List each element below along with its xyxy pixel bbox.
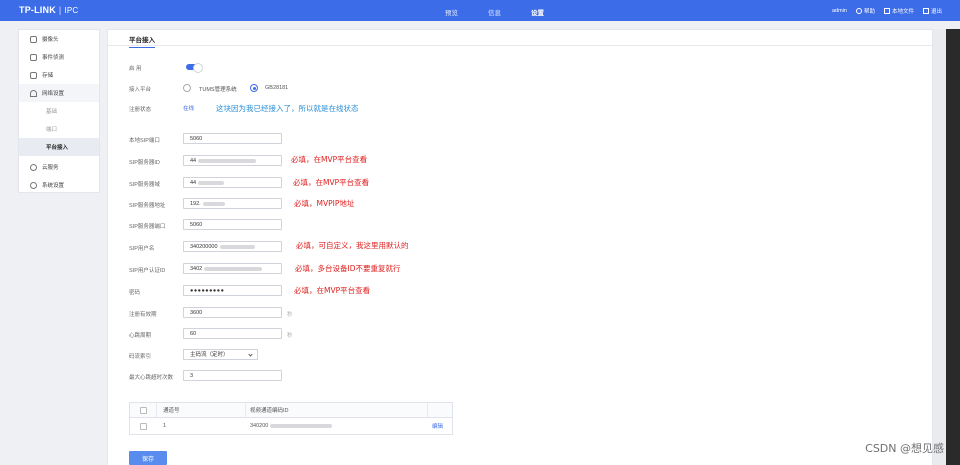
max-timeout-input[interactable]: 3 [183, 370, 282, 381]
product-name: IPC [64, 6, 79, 15]
folder-icon [883, 8, 890, 14]
storage-icon [30, 71, 37, 79]
top-right-menu: admin 帮助 本地文件 退出 [832, 7, 942, 15]
sidebar: 摄像头 事件侦测 存储 网络设置 基础 端口 平台接入 云服务 系统设置 [18, 29, 100, 193]
logo-text: TP-LINK [19, 5, 56, 15]
enable-toggle[interactable] [186, 63, 203, 73]
user-auth-input[interactable]: 3402 [183, 263, 282, 274]
local-port-input[interactable]: 5060 [183, 133, 282, 144]
heartbeat-input[interactable]: 60 [183, 328, 282, 339]
radio-tums-label: TUMS管理系统 [199, 87, 237, 93]
sidebar-item-storage[interactable]: 存储 [19, 66, 99, 84]
scrollbar-track[interactable] [946, 29, 960, 465]
sidebar-sub-basic[interactable]: 基础 [19, 102, 99, 120]
local-port-label: 本地SIP端口 [129, 138, 160, 144]
blurred-text [270, 424, 333, 428]
blurred-text [198, 180, 225, 185]
local-files-link[interactable]: 本地文件 [883, 7, 914, 15]
sidebar-item-network[interactable]: 网络设置 [19, 84, 99, 102]
server-id-label: SIP服务器ID [129, 160, 160, 166]
sidebar-item-camera[interactable]: 摄像头 [19, 30, 99, 48]
nav-settings[interactable]: 设置 [516, 7, 559, 17]
event-icon [30, 53, 37, 61]
cloud-icon [30, 163, 37, 171]
sidebar-sub-platform[interactable]: 平台接入 [19, 138, 99, 156]
user-menu[interactable]: admin [832, 8, 847, 14]
server-port-input[interactable]: 5060 [183, 219, 282, 230]
enable-label: 启 用 [129, 66, 142, 72]
select-all-checkbox[interactable] [140, 406, 147, 414]
blurred-text [204, 266, 263, 271]
blurred-text [202, 201, 225, 206]
blurred-text [219, 244, 255, 249]
top-bar: TP-LINK | IPC 预览 信息 设置 admin 帮助 本地文件 退出 [0, 0, 960, 21]
tab-divider [108, 45, 932, 46]
header-channel: 通道号 [163, 408, 180, 414]
help-icon [855, 8, 862, 14]
chevron-down-icon [248, 352, 253, 357]
channel-table: 通道号 视频通道编码ID 1 340200 编辑 [129, 402, 453, 435]
username: admin [831, 8, 847, 14]
radio-gb28181[interactable] [250, 84, 258, 92]
username-input[interactable]: 340200000 [183, 241, 282, 252]
row-checkbox[interactable] [140, 422, 147, 430]
user-auth-annotation: 必填，多台设备ID不要重复就行 [295, 264, 401, 273]
server-addr-annotation: 必填，MVPIP地址 [294, 199, 355, 208]
nav-preview[interactable]: 预览 [430, 7, 473, 17]
radio-gb28181-label: GB28181 [265, 85, 289, 91]
platform-label: 接入平台 [129, 87, 152, 93]
edit-link[interactable]: 编辑 [432, 418, 443, 434]
server-port-label: SIP服务器端口 [129, 224, 166, 230]
table-header: 通道号 视频通道编码ID [130, 403, 452, 418]
table-row: 1 340200 编辑 [130, 418, 452, 434]
username-label: SIP用户名 [129, 246, 155, 252]
server-domain-label: SIP服务器域 [129, 182, 160, 188]
expiry-input[interactable]: 3600 [183, 307, 282, 318]
reg-status-label: 注册状态 [129, 107, 152, 113]
sidebar-item-system[interactable]: 系统设置 [19, 176, 99, 194]
password-input[interactable]: ●●●●●●●●● [183, 285, 282, 296]
expiry-label: 注册有效期 [129, 312, 157, 318]
sidebar-item-cloud[interactable]: 云服务 [19, 158, 99, 176]
username-annotation: 必填，可自定义，我这里用默认的 [296, 241, 409, 250]
logout-link[interactable]: 退出 [922, 7, 942, 15]
logout-icon [922, 8, 929, 14]
brand-logo: TP-LINK | IPC [19, 5, 79, 15]
server-addr-label: SIP服务器地址 [129, 203, 166, 209]
watermark: CSDN @想见感 [865, 442, 944, 455]
wifi-icon [30, 89, 37, 97]
row-code: 340200 [250, 418, 333, 434]
stream-select[interactable]: 主码流（定时） [183, 349, 258, 360]
password-annotation: 必填，在MVP平台查看 [294, 286, 371, 295]
stream-label: 码流索引 [129, 354, 152, 360]
sidebar-sub-port[interactable]: 端口 [19, 120, 99, 138]
max-timeout-label: 最大心跳超时次数 [129, 375, 174, 381]
server-domain-input[interactable]: 44 [183, 177, 282, 188]
server-id-input[interactable]: 44 [183, 155, 282, 166]
expiry-unit: 秒 [287, 312, 293, 318]
main-panel: 平台接入 启 用 接入平台 TUMS管理系统 GB28181 注册状态 在线 这… [107, 29, 933, 465]
row-channel: 1 [163, 423, 167, 429]
server-addr-input[interactable]: 192. [183, 198, 282, 209]
heartbeat-label: 心跳周期 [129, 333, 152, 339]
nav-info[interactable]: 信息 [473, 7, 516, 17]
header-code: 视频通道编码ID [250, 408, 289, 414]
camera-icon [30, 35, 37, 43]
status-annotation: 这块因为我已经接入了，所以就是在线状态 [216, 104, 359, 113]
user-auth-label: SIP用户认证ID [129, 268, 166, 274]
sidebar-item-event[interactable]: 事件侦测 [19, 48, 99, 66]
server-domain-annotation: 必填，在MVP平台查看 [293, 178, 370, 187]
radio-tums[interactable] [183, 84, 191, 92]
help-link[interactable]: 帮助 [855, 7, 875, 15]
save-button[interactable]: 保存 [129, 451, 167, 465]
blurred-text [198, 158, 257, 163]
heartbeat-unit: 秒 [287, 333, 293, 339]
password-label: 密码 [129, 290, 141, 296]
gear-icon [30, 181, 37, 189]
right-gutter [933, 29, 946, 465]
top-nav: 预览 信息 设置 [430, 7, 559, 17]
server-id-annotation: 必填，在MVP平台查看 [291, 155, 368, 164]
reg-status-value: 在线 [183, 106, 195, 112]
